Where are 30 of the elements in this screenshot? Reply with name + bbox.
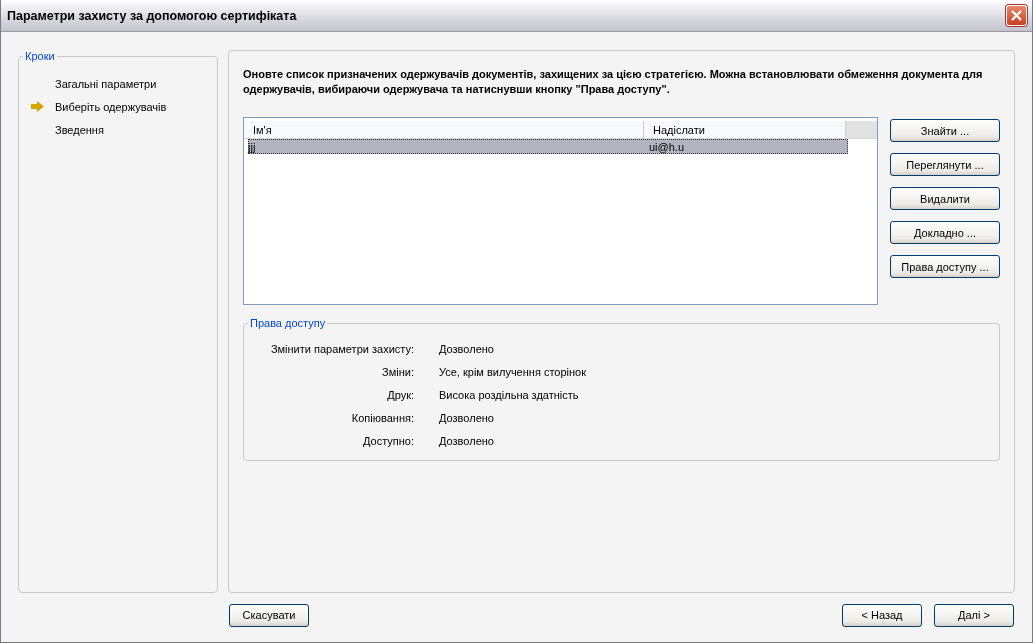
instructions-text: Оновте список призначених одержувачів документів, захищених за цією стратегією. Можна встановлювати обмеження документа для одержувачів, вибираючи одержувача та натиснувши кнопку "Права доступу". [243, 67, 984, 97]
close-button[interactable] [1006, 5, 1027, 26]
step-item: Виберіть одержувачів [55, 100, 167, 113]
permission-label: Доступно: [361, 434, 414, 447]
permission-value: Дозволено [439, 342, 495, 355]
action-button[interactable]: Права доступу ... [890, 255, 1000, 278]
permission-label: Друк: [386, 388, 414, 401]
arrow-icon [31, 101, 44, 112]
column-header[interactable]: Ім'я [244, 121, 644, 138]
action-button[interactable]: Знайти ... [890, 119, 1000, 142]
permissions-title: Права доступу [249, 317, 327, 329]
permission-label: Змінити параметри захисту: [269, 342, 414, 355]
action-button[interactable]: Докладно ... [890, 221, 1000, 244]
step-item: Зведення [55, 123, 104, 136]
back-button[interactable]: < Назад [842, 603, 922, 627]
steps-title: Кроки [24, 50, 56, 62]
action-button[interactable]: Видалити [890, 187, 1000, 210]
cancel-button[interactable]: Скасувати [229, 603, 309, 627]
close-icon [1010, 9, 1023, 22]
permission-label: Копіювання: [350, 411, 414, 424]
permission-value: Висока роздільна здатність [439, 388, 580, 401]
permission-value: Дозволено [439, 411, 495, 424]
next-button[interactable]: Далі > [934, 603, 1014, 627]
step-item: Загальні параметри [55, 77, 157, 90]
action-button[interactable]: Переглянути ... [890, 153, 1000, 176]
table-row[interactable]: jjj ui@h.u [248, 139, 848, 154]
permission-value: Дозволено [439, 434, 495, 447]
window-title: Параметри захисту за допомогою сертифіката [7, 8, 297, 23]
permission-label: Зміни: [381, 365, 414, 378]
permission-value: Усе, крім вилучення сторінок [439, 365, 587, 378]
